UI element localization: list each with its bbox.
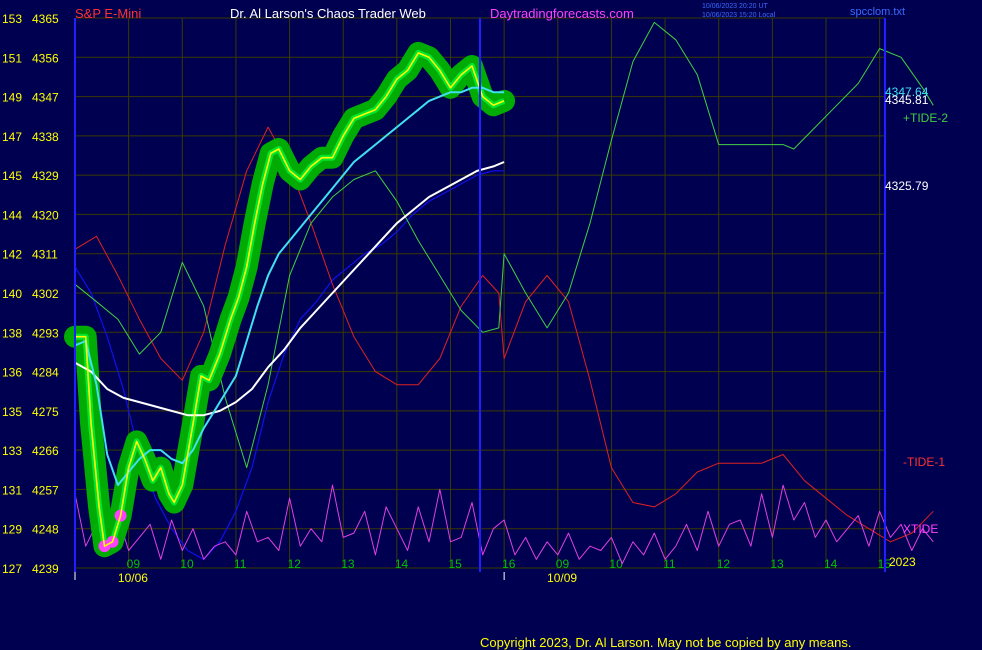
y-tick-index-label: 151 [2, 51, 22, 65]
y-tick-index-label: 147 [2, 130, 22, 144]
y-tick-index-label: 135 [2, 405, 22, 419]
y-tick-index-label: 127 [2, 562, 22, 576]
x-hour-label: 11 [234, 557, 247, 571]
site-link[interactable]: Daytradingforecasts.com [490, 6, 634, 21]
year-label: 2023 [889, 555, 916, 569]
x-hour-label: 14 [824, 557, 838, 571]
y-tick-index-label: 149 [2, 91, 22, 105]
chart-title: Dr. Al Larson's Chaos Trader Web [230, 6, 426, 21]
y-tick-index-label: 142 [2, 248, 22, 262]
y-tick-price-label: 4365 [32, 12, 59, 26]
y-tick-price-label: 4338 [32, 130, 59, 144]
y-tick-price-label: 4293 [32, 326, 59, 340]
y-tick-price-label: 4239 [32, 562, 59, 576]
y-tick-price-label: 4275 [32, 405, 59, 419]
y-tick-index-label: 144 [2, 208, 22, 222]
y-tick-index-label: 140 [2, 287, 22, 301]
x-hour-label: 10 [609, 557, 623, 571]
y-tick-price-label: 4266 [32, 444, 59, 458]
y-tick-price-label: 4257 [32, 483, 59, 497]
chart-canvas: 153 4365 151 4356 149 4347 147 4338 145 4329 144 43… [0, 0, 982, 650]
tide1-label: -TIDE-1 [903, 455, 945, 469]
last-price-white-label: 4345.81 [885, 93, 929, 107]
y-tick-price-label: 4284 [32, 366, 59, 380]
y-tick-index-label: 136 [2, 366, 22, 380]
x-hour-label: 16 [502, 557, 516, 571]
y-tick-price-label: 4302 [32, 287, 59, 301]
y-tick-price-label: 4356 [32, 51, 59, 65]
x-hour-label: 15 [448, 557, 462, 571]
x-hour-label: 09 [127, 557, 141, 571]
x-hour-label: 13 [341, 557, 355, 571]
tide2-label: +TIDE-2 [903, 111, 948, 125]
y-tick-index-label: 129 [2, 523, 22, 537]
x-hour-label: 09 [556, 557, 570, 571]
timestamp-ut: 10/06/2023 20:20 UT [702, 3, 768, 10]
white-level-label: 4325.79 [885, 179, 929, 193]
x-hour-label: 12 [717, 557, 731, 571]
x-hour-label: 10 [180, 557, 194, 571]
y-tick-index-label: 138 [2, 326, 22, 340]
x-hour-label: 13 [770, 557, 784, 571]
y-tick-price-label: 4347 [32, 91, 59, 105]
y-tick-price-label: 4320 [32, 208, 59, 222]
y-tick-index-label: 133 [2, 444, 22, 458]
x-hour-label: 14 [395, 557, 409, 571]
copyright-notice: Copyright 2023, Dr. Al Larson. May not b… [480, 635, 851, 650]
y-tick-price-label: 4329 [32, 169, 59, 183]
x-hour-label: 12 [288, 557, 302, 571]
data-file-label: spcclom.txt [850, 6, 905, 18]
y-tick-price-label: 4248 [32, 523, 59, 537]
y-tick-index-label: 131 [2, 483, 22, 497]
x-day-label: 10/06 [118, 571, 148, 585]
x-day-label: 10/09 [547, 571, 577, 585]
y-tick-price-label: 4311 [32, 248, 58, 262]
timestamp-local: 10/06/2023 15:20 Local [702, 12, 776, 19]
xtide-label: XTIDE [903, 522, 938, 536]
instrument-label: S&P E-Mini [75, 6, 141, 21]
y-tick-index-label: 153 [2, 12, 22, 26]
y-tick-index-label: 145 [2, 169, 22, 183]
